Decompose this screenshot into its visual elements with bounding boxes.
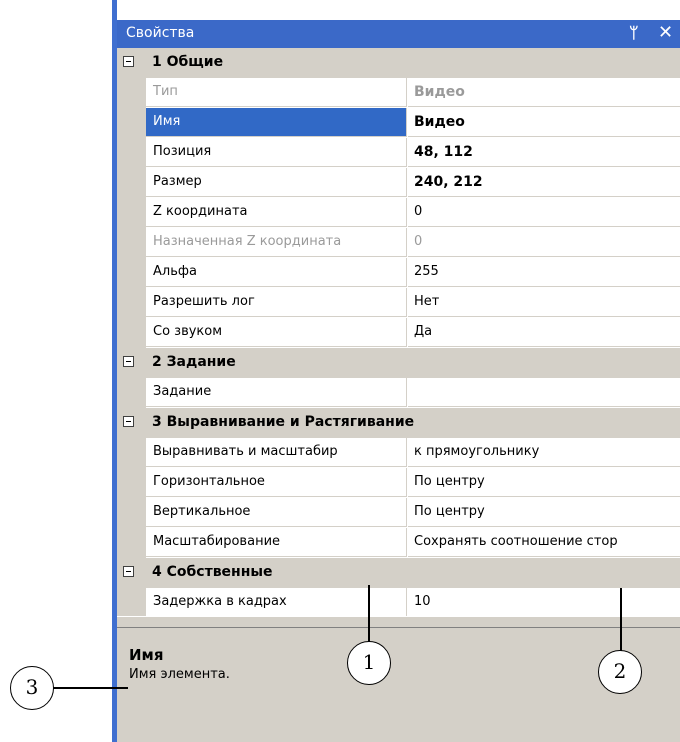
callout-2: 2 (598, 650, 642, 694)
property-value[interactable]: 10 (408, 588, 680, 616)
property-row[interactable]: Альфа 255 (117, 258, 680, 288)
property-name[interactable]: Тип (146, 78, 407, 107)
row-gutter (117, 438, 146, 468)
property-row[interactable]: Масштабирование Сохранять соотношение сто… (117, 528, 680, 558)
row-gutter (117, 318, 146, 348)
property-row[interactable]: Тип Видео (117, 78, 680, 108)
property-row[interactable]: Выравнивать и масштабир к прямоугольнику (117, 438, 680, 468)
row-gutter (117, 588, 146, 616)
collapse-icon[interactable] (123, 356, 134, 367)
category-label: 4 Собственные (152, 564, 273, 580)
row-gutter (117, 378, 146, 408)
collapse-icon[interactable] (123, 416, 134, 427)
description-text: Имя элемента. (129, 667, 230, 682)
property-row[interactable]: Задержка в кадрах 10 (117, 588, 680, 616)
property-row[interactable]: Разрешить лог Нет (117, 288, 680, 318)
property-name[interactable]: Разрешить лог (146, 288, 407, 317)
property-row[interactable]: Размер 240, 212 (117, 168, 680, 198)
property-value[interactable]: Да (408, 318, 680, 347)
collapse-icon[interactable] (123, 566, 134, 577)
category-label: 3 Выравнивание и Растягивание (152, 414, 415, 430)
property-name[interactable]: Альфа (146, 258, 407, 287)
property-name[interactable]: Размер (146, 168, 407, 197)
property-name[interactable]: Z координата (146, 198, 407, 227)
category-label: 1 Общие (152, 54, 224, 70)
row-gutter (117, 108, 146, 138)
callout-1: 1 (347, 641, 391, 685)
pin-icon[interactable]: ᛘ (629, 23, 639, 42)
category-row[interactable]: 4 Собственные (117, 558, 680, 588)
callout-3: 3 (10, 666, 54, 710)
row-gutter (117, 198, 146, 228)
property-value[interactable]: 48, 112 (408, 138, 680, 167)
description-splitter[interactable] (117, 616, 680, 628)
row-gutter (117, 228, 146, 258)
property-grid: 1 Общие Тип Видео Имя Видео Позиция 48, 112 Раз… (117, 48, 680, 616)
property-value[interactable]: По центру (408, 498, 680, 527)
property-row[interactable]: Имя Видео (117, 108, 680, 138)
row-gutter (117, 78, 146, 108)
property-name[interactable]: Со звуком (146, 318, 407, 347)
property-name[interactable]: Выравнивать и масштабир (146, 438, 407, 467)
property-name[interactable]: Позиция (146, 138, 407, 167)
row-gutter (117, 258, 146, 288)
property-value[interactable] (408, 378, 680, 407)
callout-3-leader (52, 687, 128, 689)
description-title: Имя (129, 646, 164, 664)
property-row[interactable]: Позиция 48, 112 (117, 138, 680, 168)
property-name[interactable]: Горизонтальное (146, 468, 407, 497)
property-value[interactable]: 255 (408, 258, 680, 287)
row-gutter (117, 138, 146, 168)
collapse-icon[interactable] (123, 56, 134, 67)
category-row[interactable]: 2 Задание (117, 348, 680, 378)
property-name[interactable]: Масштабирование (146, 528, 407, 557)
row-gutter (117, 468, 146, 498)
category-label: 2 Задание (152, 354, 236, 370)
property-value[interactable]: 0 (408, 228, 680, 257)
property-row[interactable]: Задание (117, 378, 680, 408)
category-row[interactable]: 1 Общие (117, 48, 680, 78)
properties-titlebar: Свойства ᛘ ✕ (117, 20, 680, 48)
property-row[interactable]: Со звуком Да (117, 318, 680, 348)
property-value[interactable]: По центру (408, 468, 680, 497)
property-value[interactable]: Видео (408, 108, 680, 137)
category-row[interactable]: 3 Выравнивание и Растягивание (117, 408, 680, 438)
property-value[interactable]: Сохранять соотношение стор (408, 528, 680, 557)
callout-2-leader (620, 588, 622, 651)
row-gutter (117, 528, 146, 558)
property-name[interactable]: Вертикальное (146, 498, 407, 527)
row-gutter (117, 498, 146, 528)
property-value[interactable]: Видео (408, 78, 680, 107)
callout-1-leader (368, 585, 370, 642)
row-gutter (117, 288, 146, 318)
property-value[interactable]: к прямоугольнику (408, 438, 680, 467)
property-row[interactable]: Z координата 0 (117, 198, 680, 228)
property-value[interactable]: 240, 212 (408, 168, 680, 197)
property-name[interactable]: Имя (146, 108, 407, 137)
property-row[interactable]: Горизонтальное По центру (117, 468, 680, 498)
close-icon[interactable]: ✕ (658, 22, 673, 43)
property-row[interactable]: Вертикальное По центру (117, 498, 680, 528)
property-name[interactable]: Назначенная Z координата (146, 228, 407, 257)
property-name[interactable]: Задание (146, 378, 407, 407)
description-panel: Имя Имя элемента. (117, 628, 680, 742)
window-title: Свойства (126, 25, 195, 41)
row-gutter (117, 168, 146, 198)
property-row[interactable]: Назначенная Z координата 0 (117, 228, 680, 258)
property-value[interactable]: Нет (408, 288, 680, 317)
property-value[interactable]: 0 (408, 198, 680, 227)
